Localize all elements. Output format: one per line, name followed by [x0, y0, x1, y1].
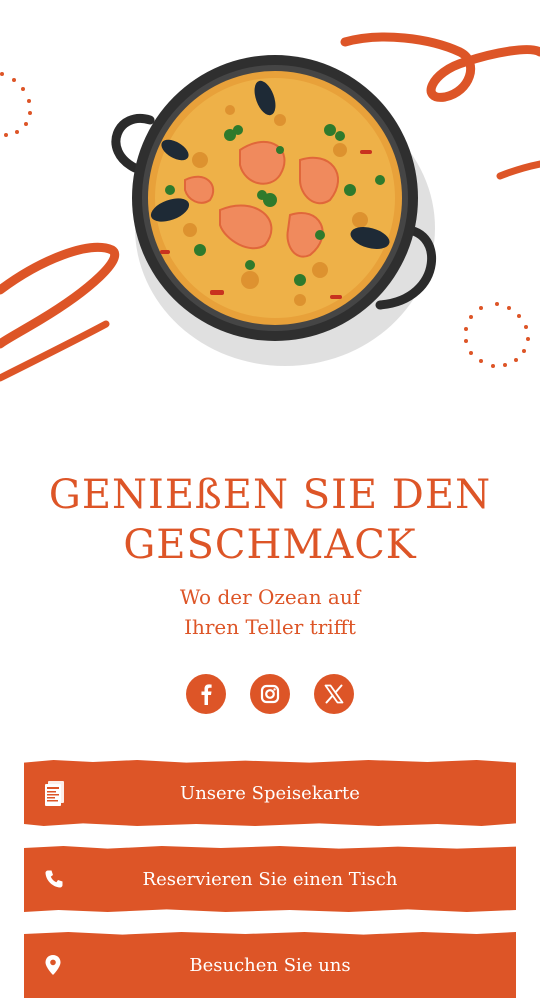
hero-illustration: [0, 32, 540, 382]
menu-button-label: Unsere Speisekarte: [180, 782, 360, 804]
menu-card-icon: [44, 780, 68, 806]
brush-stroke-top-right: [340, 32, 540, 102]
location-pin-icon: [44, 954, 62, 976]
facebook-icon: [201, 684, 212, 705]
dotted-circle-right-decoration: [464, 302, 530, 368]
reserve-table-button[interactable]: Reservieren Sie einen Tisch: [24, 846, 516, 912]
subtitle-line-1: Wo der Ozean auf: [179, 585, 361, 609]
x-twitter-link[interactable]: [314, 674, 354, 714]
reserve-button-label: Reservieren Sie einen Tisch: [142, 868, 398, 890]
title-line-2: GESCHMACK: [123, 522, 417, 568]
visit-button-label: Besuchen Sie uns: [189, 954, 351, 976]
visit-us-button[interactable]: Besuchen Sie uns: [24, 932, 516, 998]
instagram-link[interactable]: [250, 674, 290, 714]
instagram-icon: [260, 684, 280, 704]
page-subtitle: Wo der Ozean auf Ihren Teller trifft: [0, 582, 540, 642]
facebook-link[interactable]: [186, 674, 226, 714]
menu-button[interactable]: Unsere Speisekarte: [24, 760, 516, 826]
subtitle-line-2: Ihren Teller trifft: [184, 615, 356, 639]
title-line-1: GENIEßEN SIE DEN: [48, 472, 492, 518]
dotted-circle-left-decoration: [0, 72, 32, 137]
social-links: [0, 674, 540, 714]
phone-icon: [44, 869, 64, 889]
x-twitter-icon: [324, 684, 344, 704]
page-title: GENIEßEN SIE DEN GESCHMACK: [0, 470, 540, 570]
